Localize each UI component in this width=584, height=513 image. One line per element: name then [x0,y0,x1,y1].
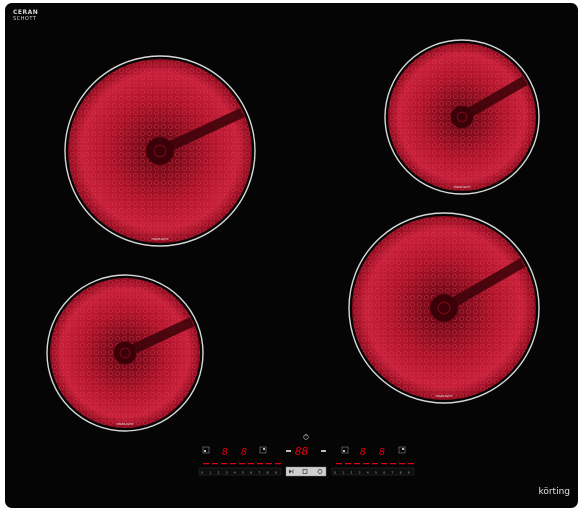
burner-front-right[interactable]: HIGHLIGHT [346,210,542,406]
power-led [203,463,209,465]
schott-logo-text: SCHOTT [13,16,37,22]
power-level-leds-left [203,463,281,465]
touch-control-panel: 8 8 88 8 8 0 1 2 3 4 5 6 7 8 9 0 1 2 3 4 5 6 7 8 9 [198,433,415,477]
power-led [408,463,414,465]
power-level-leds-right [336,463,414,465]
slider-scale-label: 7 [258,470,260,474]
slider-scale-label: 6 [383,470,385,474]
zone-display-1: 8 [222,447,228,458]
slider-scale-label: 8 [400,470,402,474]
power-led [372,463,378,465]
timer-plus-icon[interactable] [321,450,326,452]
slider-scale-label: 9 [408,470,410,474]
power-led [363,463,369,465]
slider-scale-label: 3 [359,470,361,474]
power-led [354,463,360,465]
slider-scale-label: 2 [217,470,219,474]
zone-select-icon[interactable] [398,446,406,454]
slider-scale-label: 0 [334,470,336,474]
power-led [390,463,396,465]
zone-select-icon[interactable] [202,446,210,454]
power-led [212,463,218,465]
burner-rear-left[interactable]: HIGHLIGHT [62,53,258,249]
power-slider-right[interactable] [331,467,415,476]
power-slider-left[interactable] [198,467,282,476]
slider-scale-label: 0 [201,470,203,474]
power-led [266,463,272,465]
zone-select-icon[interactable] [341,446,349,454]
burner-rear-right[interactable]: HIGHLIGHT [382,37,542,197]
slider-scale-label: 5 [375,470,377,474]
ceran-logo: CERAN SCHOTT [13,10,38,23]
timer-display: 88 [295,445,309,458]
power-led [230,463,236,465]
slider-scale-label: 8 [267,470,269,474]
burner-label: HIGHLIGHT [117,422,134,426]
slider-scale-label: 3 [226,470,228,474]
brand-logo: körting [538,487,570,497]
slider-scale-label: 1 [209,470,211,474]
burner-front-right-graphic: HIGHLIGHT [348,212,540,404]
zone-display-3: 8 [360,447,366,458]
power-led [381,463,387,465]
burner-front-left-graphic: HIGHLIGHT [46,274,204,432]
burner-front-left[interactable]: HIGHLIGHT [44,272,206,434]
power-led [221,463,227,465]
power-led [248,463,254,465]
zone-select-icon[interactable] [259,446,267,454]
zone-display-2: 8 [241,447,247,458]
slider-scale-label: 7 [391,470,393,474]
slider-scale-label: 1 [342,470,344,474]
power-led [336,463,342,465]
zone-display-4: 8 [379,447,385,458]
slider-scale-label: 4 [234,470,236,474]
burner-label: HIGHLIGHT [454,185,471,189]
slider-scale-label: 4 [367,470,369,474]
burner-label: HIGHLIGHT [436,394,453,398]
slider-scale-label: 2 [350,470,352,474]
power-led [345,463,351,465]
burner-rear-left-graphic: HIGHLIGHT [64,55,256,247]
timer-minus-icon[interactable] [286,450,291,452]
slider-scale-label: 6 [250,470,252,474]
slider-scale-label: 5 [242,470,244,474]
power-led [257,463,263,465]
burner-label: HIGHLIGHT [152,237,169,241]
power-led [239,463,245,465]
power-led [399,463,405,465]
slider-scale-label: 9 [275,470,277,474]
power-icon[interactable] [303,433,309,440]
power-led [275,463,281,465]
burner-rear-right-graphic: HIGHLIGHT [384,39,540,195]
